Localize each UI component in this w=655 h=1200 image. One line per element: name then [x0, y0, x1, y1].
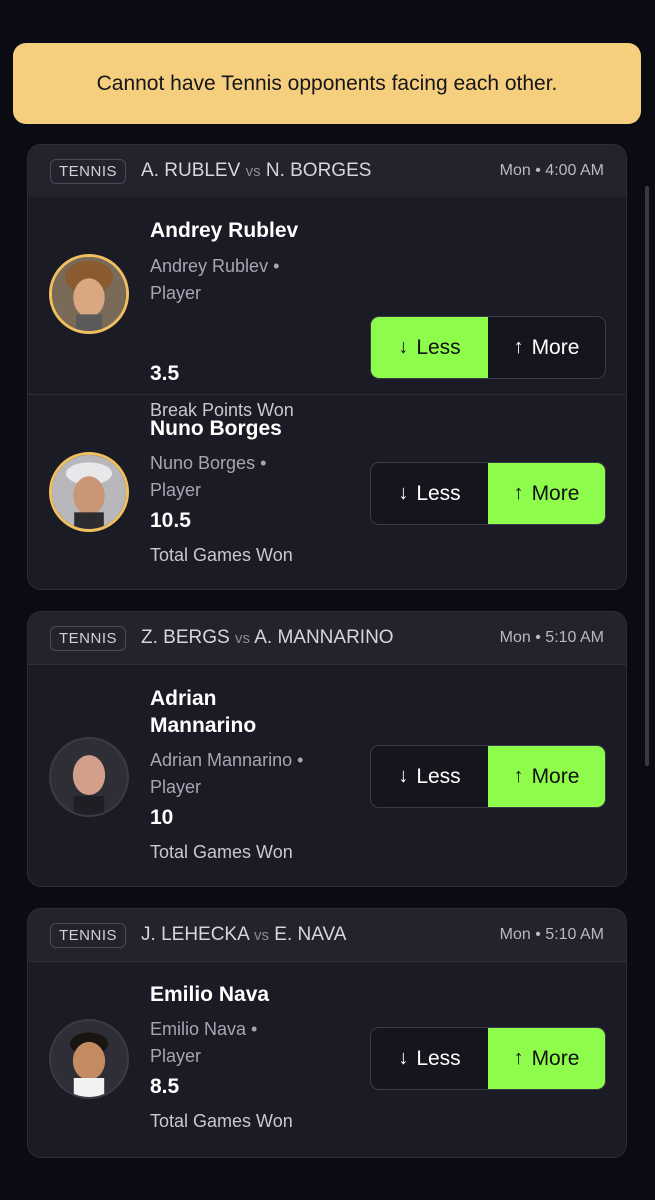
player-position: Player [150, 480, 202, 500]
player-name-last: Mannarino [150, 714, 257, 737]
arrow-up-icon: ↑ [513, 336, 524, 358]
arrow-up-icon: ↑ [513, 765, 524, 787]
prop-stat: Total Games Won [150, 545, 293, 565]
player-team: Nuno Borges • [150, 453, 267, 473]
matchup-title: A. RUBLEV vs N. BORGES [141, 160, 372, 181]
less-more-toggle: ↓ Less ↑ More [370, 1027, 606, 1090]
prop-stat: Total Games Won [150, 842, 293, 862]
sport-badge: TENNIS [50, 158, 127, 184]
prop-line: 3.5 [150, 362, 180, 385]
sport-badge: TENNIS [50, 922, 127, 948]
more-button[interactable]: ↑ More [488, 1028, 605, 1089]
arrow-down-icon: ↓ [398, 336, 409, 358]
match-time: Mon • 4:00 AM [499, 162, 604, 179]
pick-row: Andrey Rublev Andrey Rublev • Player 3.5… [28, 197, 626, 420]
less-button[interactable]: ↓ Less [371, 746, 488, 807]
match-card-lehecka-nava: TENNIS J. LEHECKA vs E. NAVA Mon • 5:10 … [27, 908, 627, 1158]
player-avatar[interactable] [49, 452, 129, 532]
player-team: Adrian Mannarino • [150, 750, 304, 770]
matchup-title: J. LEHECKA vs E. NAVA [141, 924, 347, 945]
player-avatar[interactable] [49, 254, 129, 334]
less-more-toggle: ↓ Less ↑ More [370, 316, 606, 379]
less-button[interactable]: ↓ Less [371, 463, 488, 524]
less-button[interactable]: ↓ Less [371, 1028, 488, 1089]
player-name-first: Adrian [150, 687, 217, 710]
pick-row: Nuno Borges Nuno Borges • Player 10.5 To… [28, 394, 626, 589]
arrow-up-icon: ↑ [513, 482, 524, 504]
player-position: Player [150, 283, 202, 303]
pick-row: Adrian Mannarino Adrian Mannarino • Play… [28, 664, 626, 886]
warning-banner: Cannot have Tennis opponents facing each… [13, 43, 641, 124]
match-card-bergs-mannarino: TENNIS Z. BERGS vs A. MANNARINO Mon • 5:… [27, 611, 627, 887]
player-avatar[interactable] [49, 1019, 129, 1099]
player-name: Emilio Nava [150, 983, 270, 1006]
more-button[interactable]: ↑ More [488, 746, 605, 807]
more-button[interactable]: ↑ More [488, 463, 605, 524]
match-header: TENNIS Z. BERGS vs A. MANNARINO Mon • 5:… [28, 612, 626, 664]
less-more-toggle: ↓ Less ↑ More [370, 462, 606, 525]
match-card-rublev-borges: TENNIS A. RUBLEV vs N. BORGES Mon • 4:00… [27, 144, 627, 590]
player-team: Andrey Rublev • [150, 256, 280, 276]
match-time: Mon • 5:10 AM [499, 629, 604, 646]
less-button[interactable]: ↓ Less [371, 317, 488, 378]
scrollbar[interactable] [645, 186, 649, 766]
match-time: Mon • 5:10 AM [499, 926, 604, 943]
prop-line: 10.5 [150, 509, 191, 532]
player-avatar[interactable] [49, 737, 129, 817]
match-header: TENNIS A. RUBLEV vs N. BORGES Mon • 4:00… [28, 145, 626, 197]
player-position: Player [150, 777, 202, 797]
sport-badge: TENNIS [50, 625, 127, 651]
player-position: Player [150, 1046, 202, 1066]
warning-text: Cannot have Tennis opponents facing each… [96, 71, 558, 95]
prop-line: 10 [150, 806, 174, 829]
arrow-down-icon: ↓ [398, 482, 409, 504]
arrow-up-icon: ↑ [513, 1047, 524, 1069]
match-header: TENNIS J. LEHECKA vs E. NAVA Mon • 5:10 … [28, 909, 626, 961]
player-team: Emilio Nava • [150, 1019, 258, 1039]
less-more-toggle: ↓ Less ↑ More [370, 745, 606, 808]
matchup-title: Z. BERGS vs A. MANNARINO [141, 627, 394, 648]
arrow-down-icon: ↓ [398, 765, 409, 787]
prop-stat: Total Games Won [150, 1111, 293, 1131]
arrow-down-icon: ↓ [398, 1047, 409, 1069]
prop-line: 8.5 [150, 1075, 180, 1098]
player-name: Andrey Rublev [150, 219, 299, 242]
pick-row: Emilio Nava Emilio Nava • Player 8.5 Tot… [28, 961, 626, 1157]
player-name: Nuno Borges [150, 417, 282, 440]
more-button[interactable]: ↑ More [488, 317, 605, 378]
